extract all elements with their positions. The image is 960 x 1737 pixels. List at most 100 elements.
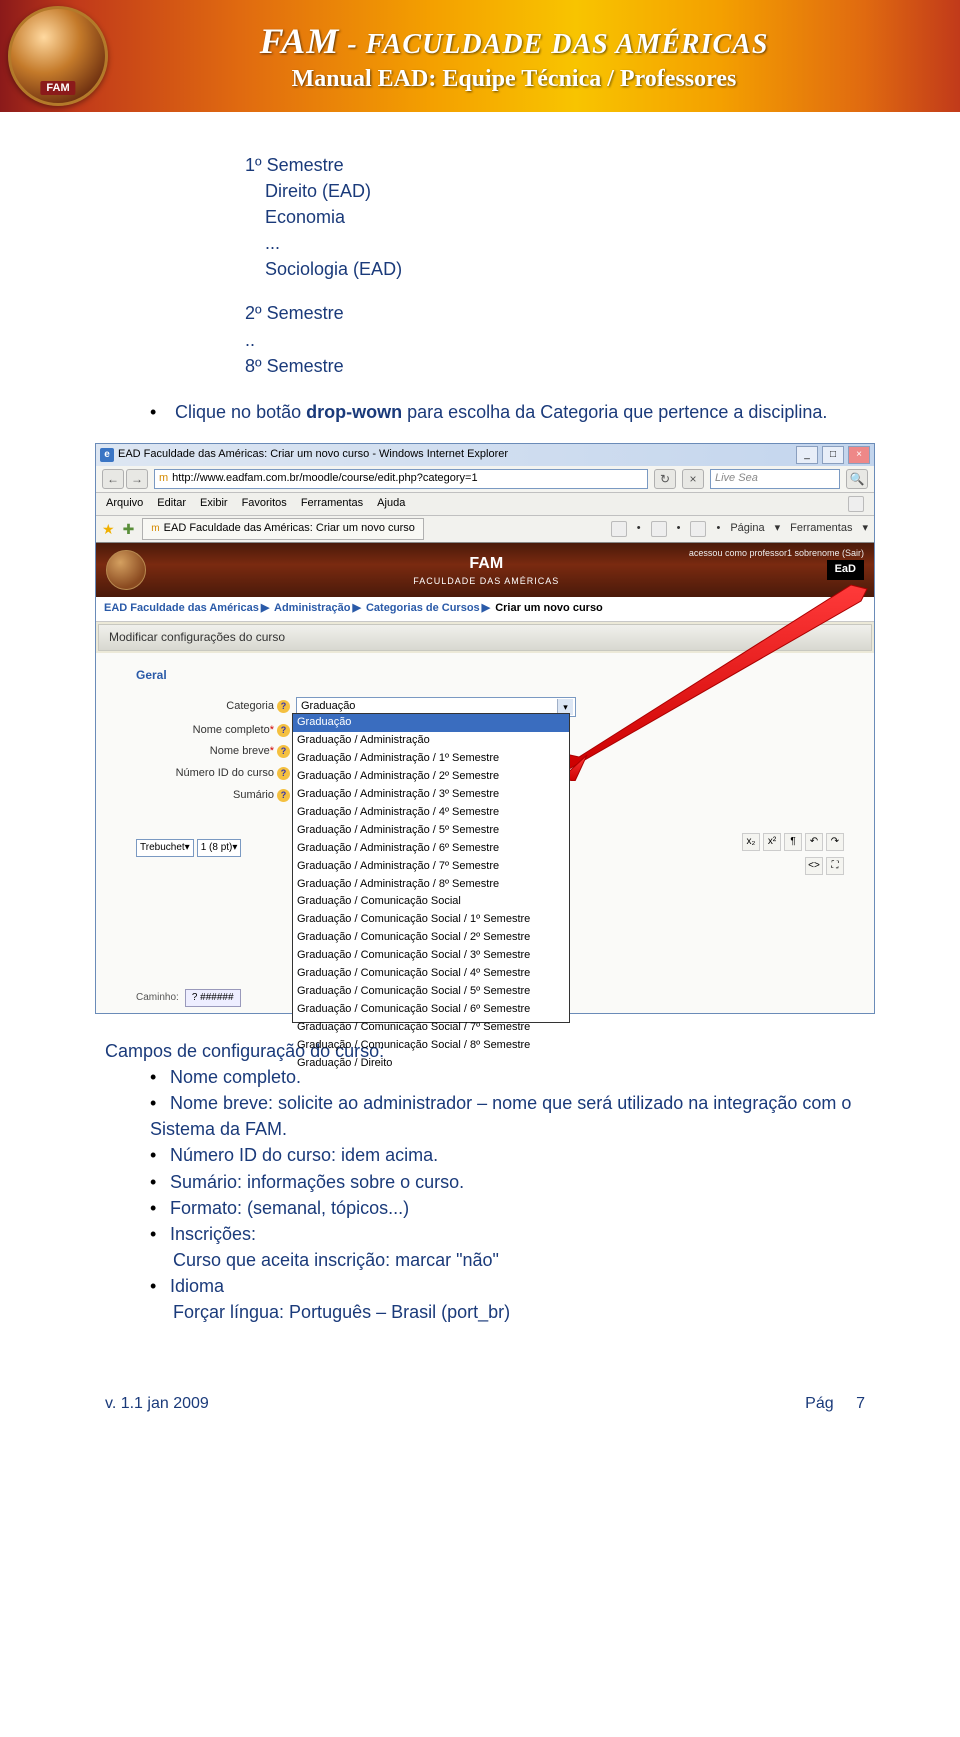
caminho-label: Caminho:	[136, 991, 179, 1006]
minimize-button[interactable]: _	[796, 446, 818, 464]
dropdown-option[interactable]: Graduação / Comunicação Social / 6º Seme…	[293, 1001, 569, 1019]
dropdown-option[interactable]: Graduação / Comunicação Social	[293, 893, 569, 911]
ie-tabbar: ★ ✚ m EAD Faculdade das Américas: Criar …	[96, 516, 874, 543]
help-icon[interactable]: ?	[277, 745, 290, 758]
superscript-icon[interactable]: x²	[763, 833, 781, 851]
config-fields-section: Campos de configuração do curso: Nome co…	[105, 1038, 865, 1325]
dropdown-option[interactable]: Graduação / Administração / 7º Semestre	[293, 858, 569, 876]
cfg-numero-id: Número ID do curso: idem acima.	[150, 1142, 865, 1168]
label-categoria: Categoria?	[106, 699, 296, 715]
favorites-star-icon[interactable]: ★	[102, 519, 115, 539]
form-area: Geral Categoria? Graduação ▾ GraduaçãoGr…	[96, 653, 874, 1013]
moodle-favicon: m	[159, 471, 168, 487]
bullet1-post: para escolha da Categoria que pertence a…	[402, 402, 827, 422]
back-button[interactable]: ←	[102, 469, 124, 489]
forward-button[interactable]: →	[126, 469, 148, 489]
dropdown-option[interactable]: Graduação	[293, 714, 569, 732]
undo-icon[interactable]: ↶	[805, 833, 823, 851]
dropdown-option[interactable]: Graduação / Direito	[293, 1055, 569, 1073]
pagina-menu[interactable]: Página	[730, 521, 764, 537]
refresh-button[interactable]: ↻	[654, 469, 676, 489]
page-number: 7	[856, 1395, 865, 1412]
dropdown-option[interactable]: Graduação / Comunicação Social / 5º Seme…	[293, 983, 569, 1001]
bc-admin[interactable]: Administração	[274, 602, 350, 614]
bullet1-pre: Clique no botão	[175, 402, 306, 422]
size-select[interactable]: 1 (8 pt) ▾	[197, 839, 242, 857]
moodle-header: FAM FACULDADE DAS AMÉRICAS EaD acessou c…	[96, 543, 874, 597]
caminho-box: ? ######	[185, 989, 241, 1008]
sem2: 2º Semestre	[245, 300, 865, 326]
help-icon[interactable]: ?	[277, 724, 290, 737]
sem8: 8º Semestre	[245, 353, 865, 379]
dropdown-option[interactable]: Graduação / Comunicação Social / 7º Seme…	[293, 1019, 569, 1037]
menu-exibir[interactable]: Exibir	[200, 496, 228, 512]
label-nome-completo: Nome completo*?	[106, 723, 296, 739]
direito: Direito (EAD)	[245, 178, 865, 204]
special-icon[interactable]: ¶	[784, 833, 802, 851]
dropdown-option[interactable]: Graduação / Administração / 2º Semestre	[293, 768, 569, 786]
search-go-button[interactable]: 🔍	[846, 469, 868, 489]
subscript-icon[interactable]: x₂	[742, 833, 760, 851]
maximize-button[interactable]: □	[822, 446, 844, 464]
dropdown-option[interactable]: Graduação / Administração	[293, 732, 569, 750]
fullscreen-icon[interactable]: ⛶	[826, 857, 844, 875]
dropdown-option[interactable]: Graduação / Administração / 4º Semestre	[293, 804, 569, 822]
help-icon[interactable]: ?	[277, 767, 290, 780]
label-sumario: Sumário?	[106, 788, 296, 804]
home-icon[interactable]	[611, 521, 627, 537]
banner-fam: FAM	[260, 21, 340, 61]
toolbar-icon[interactable]	[848, 496, 864, 512]
bc-home[interactable]: EAD Faculdade das Américas	[104, 602, 259, 614]
browser-tab[interactable]: m EAD Faculdade das Américas: Criar um n…	[142, 518, 424, 540]
page-label: Pág	[805, 1395, 833, 1412]
add-favorite-icon[interactable]: ✚	[123, 519, 135, 539]
dropdown-option[interactable]: Graduação / Administração / 1º Semestre	[293, 750, 569, 768]
ie-title: EAD Faculdade das Américas: Criar um nov…	[118, 447, 508, 463]
document-body: 1º Semestre Direito (EAD) Economia ... S…	[0, 112, 960, 1365]
cfg-formato: Formato: (semanal, tópicos...)	[150, 1195, 865, 1221]
address-bar[interactable]: m http://www.eadfam.com.br/moodle/course…	[154, 469, 648, 489]
menu-arquivo[interactable]: Arquivo	[106, 496, 143, 512]
menu-editar[interactable]: Editar	[157, 496, 186, 512]
page-footer: v. 1.1 jan 2009 Pág 7	[0, 1365, 960, 1433]
dropdown-option[interactable]: Graduação / Comunicação Social / 1º Seme…	[293, 911, 569, 929]
close-button[interactable]: ×	[848, 446, 870, 464]
ie-address-row: ← → m http://www.eadfam.com.br/moodle/co…	[96, 466, 874, 493]
dropdown-option[interactable]: Graduação / Comunicação Social / 4º Seme…	[293, 965, 569, 983]
dropdown-option[interactable]: Graduação / Comunicação Social / 8º Seme…	[293, 1037, 569, 1055]
dropdown-option[interactable]: Graduação / Administração / 5º Semestre	[293, 822, 569, 840]
dropdown-option[interactable]: Graduação / Comunicação Social / 3º Seme…	[293, 947, 569, 965]
help-icon[interactable]: ?	[277, 789, 290, 802]
bc-current: Criar um novo curso	[495, 602, 603, 614]
label-numero-id: Número ID do curso?	[106, 766, 296, 782]
dropdown-option[interactable]: Graduação / Administração / 3º Semestre	[293, 786, 569, 804]
code-icon[interactable]: <>	[805, 857, 823, 875]
ferramentas-menu[interactable]: Ferramentas	[790, 521, 852, 537]
menu-favoritos[interactable]: Favoritos	[242, 496, 287, 512]
ie-icon: e	[100, 448, 114, 462]
search-box[interactable]: Live Sea	[710, 469, 840, 489]
bc-categorias[interactable]: Categorias de Cursos	[366, 602, 480, 614]
login-status[interactable]: acessou como professor1 sobrenome (Sair)	[689, 547, 864, 560]
chevron-down-icon: ▾	[557, 699, 573, 715]
print-icon[interactable]	[690, 521, 706, 537]
redo-icon[interactable]: ↷	[826, 833, 844, 851]
cfg-inscricoes: Inscrições:	[150, 1221, 865, 1247]
dropdown-option[interactable]: Graduação / Comunicação Social / 2º Seme…	[293, 929, 569, 947]
stop-button[interactable]: ×	[682, 469, 704, 489]
semester-list: 1º Semestre Direito (EAD) Economia ... S…	[245, 152, 865, 379]
menu-ajuda[interactable]: Ajuda	[377, 496, 405, 512]
feeds-icon[interactable]	[651, 521, 667, 537]
menu-ferramentas[interactable]: Ferramentas	[301, 496, 363, 512]
categoria-dropdown-list[interactable]: GraduaçãoGraduação / AdministraçãoGradua…	[292, 713, 570, 1023]
breadcrumb: EAD Faculdade das Américas▶ Administraçã…	[96, 597, 874, 622]
label-nome-breve: Nome breve*?	[106, 744, 296, 760]
dots1: ...	[245, 230, 865, 256]
dropdown-option[interactable]: Graduação / Administração / 6º Semestre	[293, 840, 569, 858]
help-icon[interactable]: ?	[277, 700, 290, 713]
dropdown-option[interactable]: Graduação / Administração / 8º Semestre	[293, 876, 569, 894]
economia: Economia	[245, 204, 865, 230]
font-select[interactable]: Trebuchet ▾	[136, 839, 194, 857]
editor-toolbar-1: Trebuchet ▾ 1 (8 pt) ▾	[136, 839, 241, 857]
page-header-banner: FAM - FACULDADE DAS AMÉRICAS Manual EAD:…	[0, 0, 960, 112]
